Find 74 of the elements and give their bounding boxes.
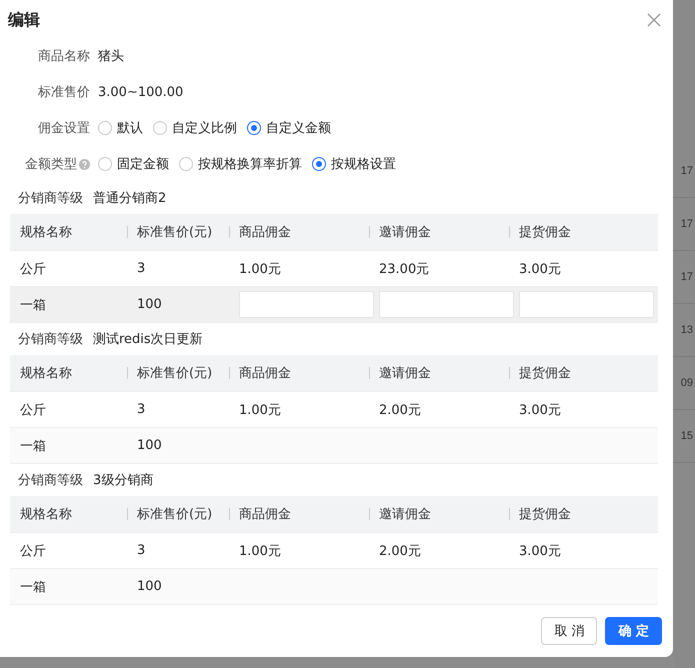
radio-icon[interactable] bbox=[312, 157, 326, 171]
cancel-button[interactable]: 取 消 bbox=[541, 617, 598, 645]
table-cell-text: 3.00元 bbox=[519, 260, 561, 278]
radio-option[interactable]: 固定金额 bbox=[98, 155, 169, 173]
field-value: 3.00~100.00 bbox=[98, 84, 184, 100]
column-header: 规格名称 bbox=[20, 506, 72, 523]
table-cell: 3 bbox=[137, 543, 146, 558]
table-cell-text: 公斤 bbox=[20, 542, 46, 560]
column-header: 商品佣金 bbox=[239, 365, 291, 382]
level-value: 普通分销商2 bbox=[93, 190, 166, 207]
radio-option[interactable]: 自定义金额 bbox=[247, 119, 331, 137]
table-cell: 100 bbox=[137, 297, 162, 312]
background-cell: 09 bbox=[680, 377, 693, 389]
level-label: 分销商等级 bbox=[18, 190, 83, 207]
background-cell: 13 bbox=[680, 324, 693, 336]
column-header: 规格名称 bbox=[20, 224, 72, 241]
table-cell-text: 一箱 bbox=[20, 296, 46, 314]
table-cell-text: 公斤 bbox=[20, 402, 46, 418]
level-label: 分销商等级 bbox=[18, 331, 83, 348]
column-header: 邀请佣金 bbox=[379, 224, 431, 241]
table-cell: 3 bbox=[137, 402, 146, 417]
column-header: 邀请佣金 bbox=[379, 506, 431, 523]
field-value: 猪头 bbox=[98, 48, 124, 65]
column-header: 商品佣金 bbox=[239, 224, 291, 241]
background-cell: 17 bbox=[680, 218, 693, 230]
radio-icon[interactable] bbox=[247, 121, 261, 135]
field-label: 佣金设置 bbox=[38, 120, 90, 137]
field-label: 商品名称 bbox=[37, 48, 91, 65]
table-cell-text: 一箱 bbox=[20, 578, 46, 596]
radio-option[interactable]: 自定义比例 bbox=[153, 119, 237, 137]
radio-icon[interactable] bbox=[153, 121, 167, 135]
table-cell-text: 2.00元 bbox=[379, 542, 421, 560]
table-cell: 100 bbox=[137, 579, 162, 594]
commission-input[interactable] bbox=[379, 291, 514, 318]
radio-icon[interactable] bbox=[98, 157, 112, 171]
table-cell-text: 2.00元 bbox=[379, 402, 421, 418]
column-header: 提货佣金 bbox=[519, 365, 571, 382]
background-cell: 17 bbox=[680, 271, 693, 283]
table-cell-text: 23.00元 bbox=[379, 260, 430, 278]
level-value: 测试redis次日更新 bbox=[93, 331, 203, 348]
table-cell-text: 公斤 bbox=[20, 260, 46, 278]
radio-option[interactable]: 按规格设置 bbox=[312, 155, 396, 173]
column-header: 提货佣金 bbox=[519, 224, 571, 241]
radio-icon[interactable] bbox=[98, 121, 112, 135]
table-cell-text: 1.00元 bbox=[239, 260, 281, 278]
level-value: 3级分销商 bbox=[93, 472, 154, 489]
table-cell-text: 一箱 bbox=[20, 438, 46, 454]
table-cell-text: 1.00元 bbox=[239, 402, 281, 418]
background-cell: 15 bbox=[680, 430, 693, 442]
column-header: 标准售价(元) bbox=[137, 224, 212, 241]
table-cell: 3 bbox=[137, 261, 146, 276]
column-header: 标准售价(元) bbox=[137, 365, 212, 382]
field-label: 标准售价 bbox=[37, 84, 91, 101]
table-cell-text: 3.00元 bbox=[519, 402, 561, 418]
table-cell-text: 1.00元 bbox=[239, 542, 281, 560]
column-header: 邀请佣金 bbox=[379, 365, 431, 382]
close-icon[interactable] bbox=[647, 13, 661, 27]
background-cell: 17 bbox=[680, 165, 693, 177]
field-label: 金额类型 bbox=[25, 156, 77, 173]
help-icon[interactable] bbox=[79, 158, 90, 170]
commission-input[interactable] bbox=[519, 291, 654, 318]
radio-option[interactable]: 按规格换算率折算 bbox=[179, 155, 302, 173]
table-cell-text: 3.00元 bbox=[519, 542, 561, 560]
level-label: 分销商等级 bbox=[18, 472, 83, 489]
column-header: 提货佣金 bbox=[519, 506, 571, 523]
dialog-title: 编辑 bbox=[8, 10, 40, 31]
column-header: 规格名称 bbox=[20, 365, 72, 382]
column-header: 标准售价(元) bbox=[137, 506, 212, 523]
commission-input[interactable] bbox=[239, 291, 374, 318]
radio-icon[interactable] bbox=[179, 157, 193, 171]
column-header: 商品佣金 bbox=[239, 506, 291, 523]
radio-option[interactable]: 默认 bbox=[98, 119, 143, 137]
confirm-button[interactable]: 确 定 bbox=[605, 617, 662, 645]
table-cell: 100 bbox=[137, 438, 162, 453]
